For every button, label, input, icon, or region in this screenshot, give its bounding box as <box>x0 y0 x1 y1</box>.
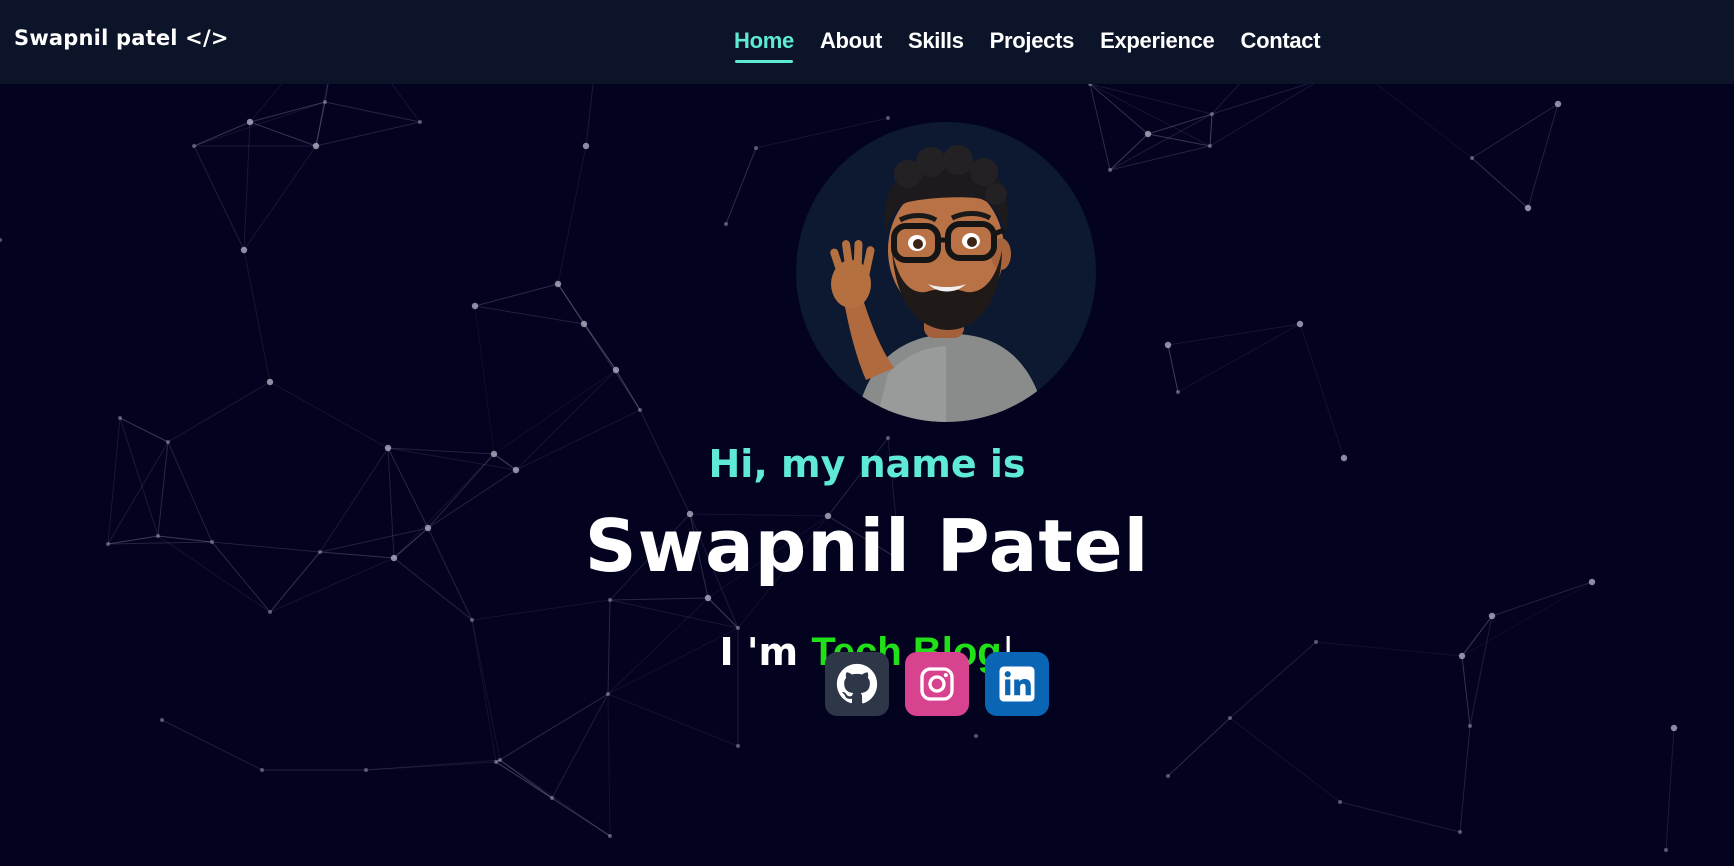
hero-section: Hi, my name is Swapnil Patel I 'm Tech B… <box>0 84 1734 866</box>
nav-link-about[interactable]: About <box>820 28 882 54</box>
avatar <box>796 122 1096 422</box>
linkedin-link[interactable] <box>985 652 1049 716</box>
social-links <box>825 652 1049 716</box>
typing-prefix: I 'm <box>719 630 799 674</box>
nav-link-skills[interactable]: Skills <box>908 28 964 54</box>
site-logo[interactable]: Swapnil patel </> <box>14 26 229 50</box>
hero-name: Swapnil Patel <box>584 504 1150 588</box>
linkedin-icon <box>999 666 1035 702</box>
active-nav-underline <box>735 60 793 63</box>
navbar: Swapnil patel </> Home About Skills Proj… <box>0 0 1734 84</box>
nav-link-home-label: Home <box>734 28 794 53</box>
instagram-link[interactable] <box>905 652 969 716</box>
nav-link-projects[interactable]: Projects <box>990 28 1075 54</box>
github-link[interactable] <box>825 652 889 716</box>
nav-link-experience[interactable]: Experience <box>1100 28 1215 54</box>
instagram-icon <box>920 667 954 701</box>
greeting-text: Hi, my name is <box>708 442 1026 486</box>
nav-link-contact[interactable]: Contact <box>1240 28 1320 54</box>
nav-link-home[interactable]: Home <box>734 28 794 63</box>
nav-links: Home About Skills Projects Experience Co… <box>734 28 1321 63</box>
memoji-avatar-icon <box>830 145 1046 422</box>
github-icon <box>836 663 878 704</box>
